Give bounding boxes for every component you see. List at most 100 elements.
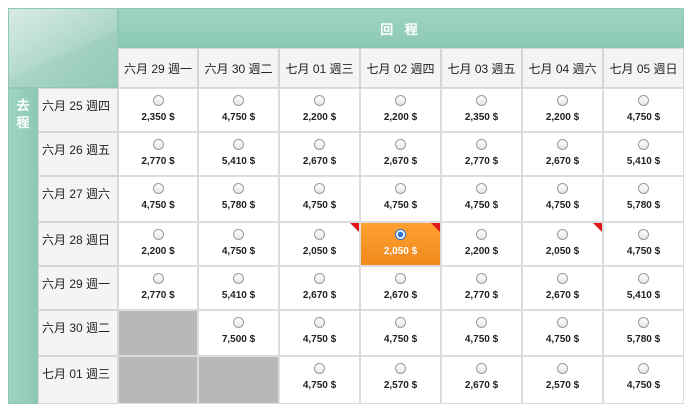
radio-button-icon[interactable] — [395, 229, 406, 240]
fare-cell[interactable]: 5,410 $ — [198, 266, 279, 310]
radio-button-icon[interactable] — [152, 95, 164, 106]
fare-cell[interactable]: 4,750 $ — [441, 176, 522, 222]
radio-button-icon[interactable] — [314, 229, 325, 240]
radio-button-icon[interactable] — [233, 273, 244, 284]
fare-cell[interactable]: 2,670 $ — [360, 266, 441, 310]
fare-cell[interactable]: 2,670 $ — [279, 132, 360, 176]
radio-button-icon[interactable] — [557, 139, 568, 150]
radio-button-icon[interactable] — [476, 229, 487, 240]
fare-cell[interactable]: 4,750 $ — [603, 222, 684, 266]
fare-cell[interactable]: 2,350 $ — [441, 88, 522, 132]
fare-price: 5,780 $ — [221, 200, 256, 211]
fare-price: 2,350 $ — [141, 112, 175, 123]
fare-cell[interactable]: 4,750 $ — [198, 88, 279, 132]
fare-cell[interactable]: 2,200 $ — [522, 88, 603, 132]
fare-cell[interactable]: 2,670 $ — [279, 266, 360, 310]
fare-cell[interactable]: 4,750 $ — [360, 176, 441, 222]
fare-cell[interactable]: 2,050 $ — [522, 222, 603, 266]
fare-cell[interactable]: 4,750 $ — [603, 356, 684, 404]
radio-button-icon[interactable] — [395, 95, 406, 106]
fare-cell[interactable]: 4,750 $ — [118, 176, 198, 222]
radio-button-icon[interactable] — [476, 363, 487, 374]
fare-cell[interactable]: 5,410 $ — [603, 266, 684, 310]
radio-button-icon[interactable] — [314, 183, 325, 194]
radio-button-icon[interactable] — [638, 363, 649, 374]
radio-button-icon[interactable] — [152, 139, 164, 150]
radio-button-icon[interactable] — [476, 183, 487, 194]
depart-date-header: 六月 26 週五 — [38, 132, 118, 176]
radio-button-icon[interactable] — [638, 183, 649, 194]
fare-cell[interactable]: 5,410 $ — [603, 132, 684, 176]
radio-button-icon[interactable] — [233, 317, 244, 328]
radio-button-icon[interactable] — [476, 317, 487, 328]
radio-button-icon[interactable] — [638, 139, 649, 150]
radio-button-icon[interactable] — [314, 95, 325, 106]
radio-button-icon[interactable] — [638, 273, 649, 284]
fare-cell[interactable]: 2,200 $ — [279, 88, 360, 132]
radio-button-icon[interactable] — [557, 183, 568, 194]
radio-button-icon[interactable] — [233, 229, 244, 240]
fare-cell[interactable]: 5,780 $ — [198, 176, 279, 222]
fare-cell[interactable]: 2,200 $ — [360, 88, 441, 132]
radio-button-icon[interactable] — [476, 139, 487, 150]
fare-cell[interactable]: 4,750 $ — [522, 176, 603, 222]
fare-cell[interactable]: 2,670 $ — [522, 132, 603, 176]
fare-cell[interactable]: 2,570 $ — [360, 356, 441, 404]
fare-cell[interactable]: 4,750 $ — [522, 310, 603, 356]
fare-cell[interactable]: 2,050 $ — [279, 222, 360, 266]
fare-cell[interactable]: 2,670 $ — [522, 266, 603, 310]
fare-price: 5,780 $ — [626, 334, 661, 345]
depart-header: 去 程 — [8, 88, 38, 404]
fare-cell[interactable]: 7,500 $ — [198, 310, 279, 356]
fare-cell[interactable]: 2,200 $ — [118, 222, 198, 266]
fare-cell[interactable]: 5,410 $ — [198, 132, 279, 176]
radio-button-icon[interactable] — [314, 273, 325, 284]
radio-button-icon[interactable] — [395, 363, 406, 374]
radio-button-icon[interactable] — [395, 139, 406, 150]
fare-cell[interactable]: 4,750 $ — [198, 222, 279, 266]
fare-cell[interactable]: 4,750 $ — [279, 310, 360, 356]
radio-button-icon[interactable] — [395, 273, 406, 284]
radio-button-icon[interactable] — [152, 273, 164, 284]
fare-cell[interactable]: 5,780 $ — [603, 310, 684, 356]
fare-cell[interactable]: 4,750 $ — [603, 88, 684, 132]
fare-cell[interactable]: 2,050 $ — [360, 222, 441, 266]
fare-cell[interactable]: 2,670 $ — [441, 356, 522, 404]
radio-button-icon[interactable] — [314, 363, 325, 374]
radio-button-icon[interactable] — [557, 363, 568, 374]
return-date-header: 七月 01 週三 — [279, 48, 360, 88]
fare-cell[interactable]: 4,750 $ — [441, 310, 522, 356]
radio-button-icon[interactable] — [476, 273, 487, 284]
radio-button-icon[interactable] — [557, 95, 568, 106]
radio-button-icon[interactable] — [638, 95, 649, 106]
fare-cell[interactable]: 2,770 $ — [441, 266, 522, 310]
fare-price: 4,750 $ — [383, 334, 418, 345]
radio-button-icon[interactable] — [395, 317, 406, 328]
fare-cell[interactable]: 4,750 $ — [279, 356, 360, 404]
fare-cell[interactable]: 2,670 $ — [360, 132, 441, 176]
radio-button-icon[interactable] — [314, 139, 325, 150]
radio-button-icon[interactable] — [557, 273, 568, 284]
fare-cell[interactable]: 2,770 $ — [118, 266, 198, 310]
fare-cell[interactable]: 2,770 $ — [441, 132, 522, 176]
fare-cell[interactable]: 4,750 $ — [360, 310, 441, 356]
radio-button-icon[interactable] — [152, 229, 164, 240]
fare-cell[interactable]: 2,770 $ — [118, 132, 198, 176]
radio-button-icon[interactable] — [395, 183, 406, 194]
radio-button-icon[interactable] — [638, 317, 649, 328]
radio-button-icon[interactable] — [557, 229, 568, 240]
fare-cell[interactable]: 4,750 $ — [279, 176, 360, 222]
radio-button-icon[interactable] — [476, 95, 487, 106]
fare-cell[interactable]: 5,780 $ — [603, 176, 684, 222]
fare-cell[interactable]: 2,570 $ — [522, 356, 603, 404]
radio-button-icon[interactable] — [557, 317, 568, 328]
radio-button-icon[interactable] — [233, 183, 244, 194]
radio-button-icon[interactable] — [314, 317, 325, 328]
fare-price: 2,670 $ — [545, 156, 580, 167]
fare-cell[interactable]: 2,350 $ — [118, 88, 198, 132]
radio-button-icon[interactable] — [638, 229, 649, 240]
radio-button-icon[interactable] — [152, 183, 164, 194]
radio-button-icon[interactable] — [233, 95, 244, 106]
fare-cell[interactable]: 2,200 $ — [441, 222, 522, 266]
radio-button-icon[interactable] — [233, 139, 244, 150]
